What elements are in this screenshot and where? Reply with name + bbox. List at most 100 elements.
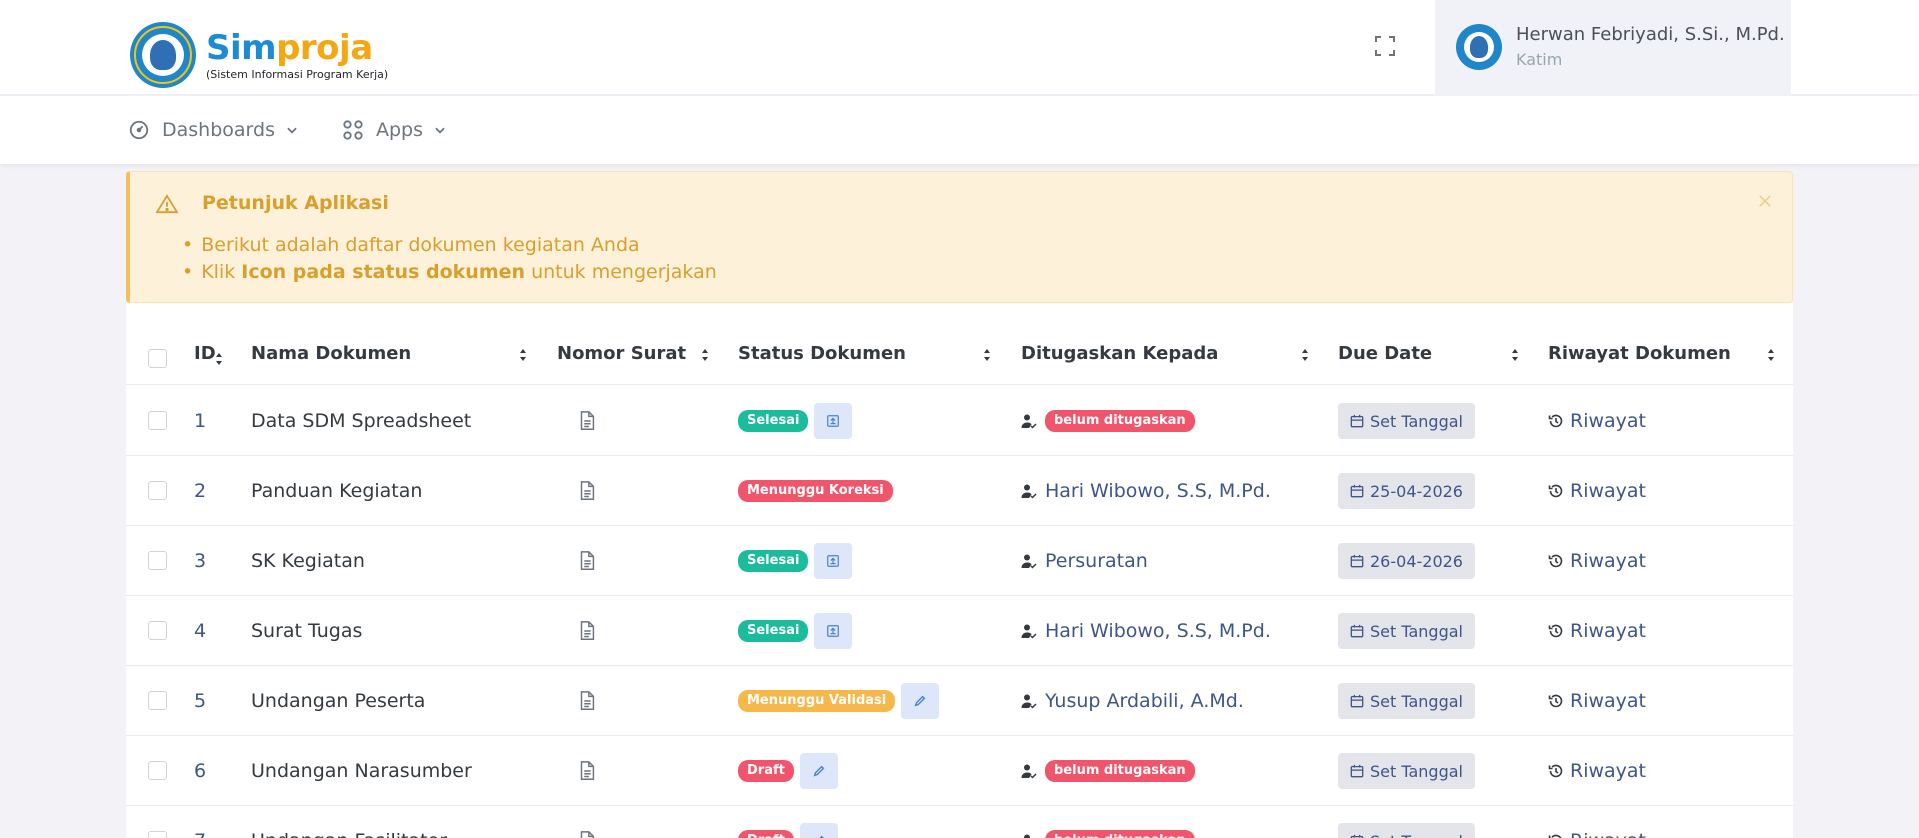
history-link[interactable]: Riwayat [1548,456,1646,526]
history-link[interactable]: Riwayat [1548,666,1646,736]
sort-icon[interactable] [1766,347,1776,363]
due-date-button[interactable]: Set Tanggal [1338,403,1475,439]
history-link[interactable]: Riwayat [1548,596,1646,666]
assignee-cell: Yusup Ardabili, A.Md. [1021,666,1244,736]
due-date-label: Set Tanggal [1370,411,1463,431]
sort-icon[interactable] [700,347,710,363]
history-link[interactable]: Riwayat [1548,806,1646,838]
status-badge[interactable]: Selesai [738,550,809,572]
document-icon[interactable] [577,550,597,572]
status-cell: Menunggu Validasi [738,666,940,736]
history-label: Riwayat [1570,480,1646,502]
row-checkbox[interactable] [148,411,167,430]
column-header-due-date[interactable]: Due Date [1338,343,1432,364]
document-icon[interactable] [577,480,597,502]
due-date-label: 26-04-2026 [1370,551,1463,571]
document-icon[interactable] [577,620,597,642]
top-header: Simproja (Sistem Informasi Program Kerja… [0,0,1919,95]
table-header: ID Nama Dokumen Nomor Surat Status Dokum… [126,333,1793,385]
app-logo[interactable]: Simproja (Sistem Informasi Program Kerja… [130,22,388,88]
nav-apps-label: Apps [376,119,424,141]
user-menu[interactable]: Herwan Febriyadi, S.Si., M.Pd. Katim [1435,0,1791,95]
status-badge[interactable]: Menunggu Koreksi [738,480,893,502]
row-checkbox[interactable] [148,831,167,838]
document-icon[interactable] [577,690,597,712]
alert-line-2-bold: Icon pada status dokumen [241,261,526,283]
alert-title: Petunjuk Aplikasi [202,192,389,214]
history-link[interactable]: Riwayat [1548,386,1646,456]
column-header-id[interactable]: ID [194,343,216,364]
due-date-button[interactable]: 26-04-2026 [1338,543,1475,579]
column-header-nomor-surat[interactable]: Nomor Surat [557,343,686,364]
history-icon [1548,414,1563,428]
documents-table: ID Nama Dokumen Nomor Surat Status Dokum… [126,303,1793,838]
sort-icon[interactable] [982,347,992,363]
assignee-link[interactable]: Hari Wibowo, S.S, M.Pd. [1045,480,1271,502]
sort-icon[interactable] [1510,347,1520,363]
table-row: 2 Panduan Kegiatan Menunggu Koreksi Hari Wi… [126,456,1793,526]
document-icon[interactable] [577,410,597,432]
upload-button[interactable] [814,543,853,579]
sort-icon[interactable] [518,347,528,363]
assignee-link[interactable]: Yusup Ardabili, A.Md. [1045,690,1244,712]
row-checkbox[interactable] [148,621,167,640]
status-badge[interactable]: Menunggu Validasi [738,690,896,712]
column-header-nama-dokumen[interactable]: Nama Dokumen [251,343,411,364]
brand-subtitle: (Sistem Informasi Program Kerja) [206,67,389,81]
due-date-cell: Set Tanggal [1338,386,1475,456]
nav-dashboards[interactable]: Dashboards [128,96,299,164]
due-date-button[interactable]: Set Tanggal [1338,683,1475,719]
due-date-button[interactable]: Set Tanggal [1338,613,1475,649]
table-row: 4 Surat Tugas Selesai Hari Wibowo, S.S, M.P… [126,596,1793,666]
due-date-label: Set Tanggal [1370,761,1463,781]
upload-button[interactable] [814,403,853,439]
status-badge[interactable]: Draft [738,760,794,782]
assignee-link[interactable]: Hari Wibowo, S.S, M.Pd. [1045,620,1271,642]
due-date-cell: Set Tanggal [1338,596,1475,666]
document-icon[interactable] [577,760,597,782]
user-assign-icon [1021,764,1037,779]
row-id: 1 [194,410,207,432]
history-link[interactable]: Riwayat [1548,526,1646,596]
alert-list: Berikut adalah daftar dokumen kegiatan A… [182,232,717,286]
due-date-cell: Set Tanggal [1338,806,1475,838]
tut-wuri-handayani-emblem-icon [130,22,196,88]
due-date-label: Set Tanggal [1370,832,1463,838]
row-checkbox[interactable] [148,761,167,780]
status-badge[interactable]: Draft [738,830,794,838]
nomor-surat-cell [577,736,597,806]
table-row: 1 Data SDM Spreadsheet Selesai belum dituga… [126,386,1793,456]
upload-document-icon [827,415,840,427]
document-name: SK Kegiatan [251,550,365,572]
edit-button[interactable] [901,683,940,719]
edit-button[interactable] [799,753,838,789]
select-all-checkbox[interactable] [148,349,167,368]
due-date-button[interactable]: Set Tanggal [1338,823,1475,838]
edit-button[interactable] [799,823,838,838]
nav-apps[interactable]: Apps [342,96,447,164]
upload-button[interactable] [814,613,853,649]
sort-icon[interactable] [214,351,224,367]
history-link[interactable]: Riwayat [1548,736,1646,806]
due-date-label: Set Tanggal [1370,691,1463,711]
column-header-ditugaskan-kepada[interactable]: Ditugaskan Kepada [1021,343,1218,364]
row-checkbox[interactable] [148,691,167,710]
row-checkbox[interactable] [148,481,167,500]
history-label: Riwayat [1570,550,1646,572]
row-checkbox[interactable] [148,551,167,570]
status-badge[interactable]: Selesai [738,410,809,432]
status-cell: Draft [738,806,838,838]
sort-icon[interactable] [1300,347,1310,363]
column-header-status-dokumen[interactable]: Status Dokumen [738,343,906,364]
close-icon[interactable] [1756,192,1774,210]
due-date-button[interactable]: 25-04-2026 [1338,473,1475,509]
status-badge[interactable]: Selesai [738,620,809,642]
unassigned-badge: belum ditugaskan [1045,410,1195,432]
column-header-riwayat-dokumen[interactable]: Riwayat Dokumen [1548,343,1731,364]
table-row: 7 Undangan Fasilitator Draft belum ditugask… [126,806,1793,838]
fullscreen-icon[interactable] [1373,34,1397,58]
assignee-link[interactable]: Persuratan [1045,550,1148,572]
document-icon[interactable] [577,830,597,838]
assignee-cell: belum ditugaskan [1021,736,1195,806]
due-date-button[interactable]: Set Tanggal [1338,753,1475,789]
